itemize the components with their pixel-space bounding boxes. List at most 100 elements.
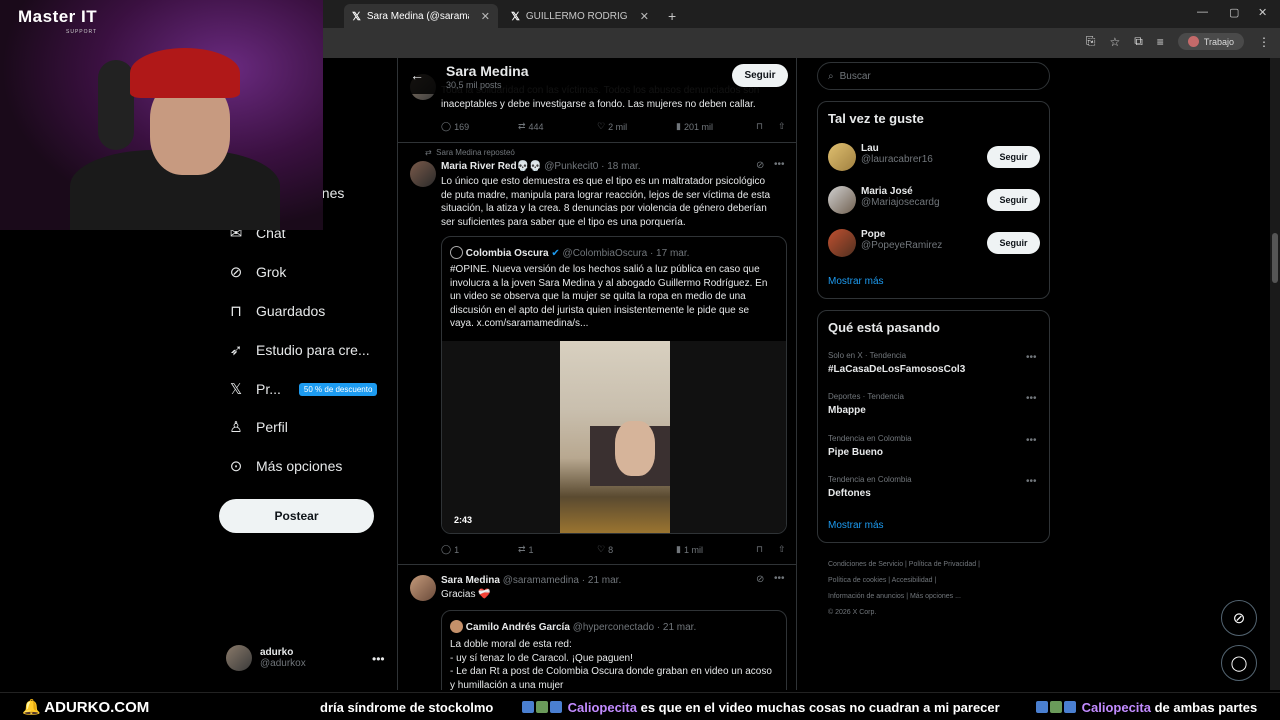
copyright: © 2026 X Corp. [828, 609, 877, 616]
avatar [226, 645, 252, 671]
quoted-post[interactable]: Colombia Oscura ✔ @ColombiaOscura · 17 m… [441, 236, 787, 534]
more-icon[interactable]: ••• [774, 159, 785, 170]
profile-chip[interactable]: Trabajo [1177, 33, 1244, 50]
show-more-link[interactable]: Mostrar más [828, 520, 884, 531]
repost-count: 1 [528, 544, 534, 555]
avatar[interactable] [410, 575, 436, 601]
share-icon[interactable]: ⇧ [778, 121, 786, 132]
suggestion-item[interactable]: Lau @lauracabrer16 [861, 143, 933, 165]
account-switcher[interactable]: adurko @adurkox [226, 645, 306, 671]
post-author[interactable]: Sara Medina [441, 575, 500, 586]
reply-button[interactable]: ◯ 1 [441, 544, 518, 555]
post-button[interactable]: Postear [219, 499, 374, 533]
follow-button[interactable]: Seguir [987, 189, 1040, 211]
post-author[interactable]: Maria River Red💀💀 [441, 161, 542, 172]
ticker-message: dría síndrome de stockolmo [320, 700, 494, 715]
grok-float-button[interactable]: ⊘ [1221, 600, 1257, 636]
trend-item[interactable]: #LaCasaDeLosFamososCol3 [828, 364, 965, 375]
plus-icon: + [668, 8, 677, 24]
badge-icon [1036, 701, 1048, 713]
nav-bookmarks[interactable]: ⊓ Guardados [228, 302, 325, 320]
avatar[interactable] [828, 143, 856, 171]
trend-item[interactable]: Mbappe [828, 405, 866, 416]
nav-creator-studio[interactable]: ➶ Estudio para cre... [228, 341, 370, 359]
quote-text-line: - Le dan Rt a post de Colombia Oscura do… [450, 666, 772, 677]
close-icon[interactable]: ✕ [640, 10, 649, 23]
views-button[interactable]: ▮ 201 mil [676, 121, 756, 132]
grok-icon[interactable]: ⊘ [756, 160, 764, 171]
messages-float-button[interactable]: ◯ [1221, 645, 1257, 681]
scrollbar-thumb[interactable] [1272, 233, 1278, 283]
close-window-icon[interactable]: ✕ [1258, 6, 1267, 19]
menu-icon[interactable]: ⋮ [1258, 35, 1270, 49]
views-count: 201 mil [683, 121, 713, 132]
show-more-link[interactable]: Mostrar más [828, 276, 884, 287]
like-button[interactable]: ♡ 2 mil [597, 121, 676, 132]
suggestion-name: Lau [861, 143, 879, 154]
new-tab-button[interactable]: + [660, 4, 684, 28]
more-icon[interactable]: ••• [372, 652, 385, 666]
tab-title: Sara Medina (@saramamedina) [366, 10, 469, 22]
footer-link-row[interactable]: Política de cookies | Accesibilidad | [828, 573, 1028, 589]
suggestion-name: Pope [861, 229, 886, 240]
nav-premium[interactable]: 𝕏 Pr... 50 % de descuento [228, 380, 378, 398]
media-icon[interactable]: ≡ [1157, 35, 1164, 49]
more-icon[interactable]: ••• [1026, 352, 1037, 363]
maximize-icon[interactable]: ▢ [1229, 6, 1239, 19]
bookmark-icon[interactable]: ⊓ [756, 121, 778, 132]
star-icon[interactable]: ☆ [1109, 35, 1120, 49]
browser-tab-guillermo[interactable]: 𝕏 GUILLERMO RODRIGUEZ M (@ ✕ [503, 4, 657, 28]
follow-button[interactable]: Seguir [732, 64, 788, 87]
trend-item[interactable]: Deftones [828, 488, 871, 499]
more-icon[interactable]: ••• [1026, 435, 1037, 446]
extensions-icon[interactable]: ⧉ [1134, 34, 1143, 49]
back-arrow-icon[interactable]: ← [410, 67, 424, 83]
video-player[interactable]: 2:43 [442, 341, 786, 533]
tab-title: GUILLERMO RODRIGUEZ M (@ [525, 10, 628, 22]
nav-profile[interactable]: ♙ Perfil [228, 418, 288, 436]
views-button[interactable]: ▮ 1 mil [676, 544, 756, 555]
reply-count: 169 [454, 121, 470, 132]
stream-logo: Master IT [18, 7, 98, 26]
follow-button[interactable]: Seguir [987, 232, 1040, 254]
nav-more-options[interactable]: ⊙ Más opciones [228, 457, 343, 475]
nav-label: Grok [256, 264, 287, 280]
reply-icon: ◯ [441, 544, 452, 554]
nav-grok[interactable]: ⊘ Grok [228, 263, 287, 281]
grok-icon[interactable]: ⊘ [756, 574, 764, 585]
trend-item[interactable]: Pipe Bueno [828, 447, 883, 458]
search-input[interactable]: ⌕ Buscar [817, 62, 1050, 90]
avatar[interactable] [828, 229, 856, 257]
heart-icon: ♡ [597, 544, 606, 554]
follow-button[interactable]: Seguir [987, 146, 1040, 168]
more-icon[interactable]: ••• [1026, 393, 1037, 404]
share-icon[interactable]: ⇧ [778, 544, 786, 555]
close-icon[interactable]: ✕ [481, 10, 490, 23]
avatar[interactable] [828, 186, 856, 214]
repost-button[interactable]: ⇄ 1 [518, 544, 597, 555]
suggestion-item[interactable]: Maria José @Mariajosecardg [861, 186, 940, 208]
repost-icon: ⇄ [425, 148, 432, 157]
who-to-follow-panel: Tal vez te guste Lau @lauracabrer16 Segu… [817, 101, 1050, 299]
more-icon[interactable]: ••• [774, 573, 785, 584]
footer-link-row[interactable]: Información de anuncios | Más opciones .… [828, 589, 1028, 605]
like-button[interactable]: ♡ 8 [597, 544, 676, 555]
footer-link-row[interactable]: Condiciones de Servicio | Política de Pr… [828, 557, 1028, 573]
ticker-message: de ambas partes [1154, 700, 1258, 715]
minimize-icon[interactable]: — [1197, 6, 1208, 18]
bookmark-icon[interactable]: ⊓ [756, 544, 778, 555]
search-placeholder: Buscar [839, 70, 871, 82]
install-icon[interactable]: ⎘ [1086, 34, 1096, 49]
scrollbar[interactable] [1270, 58, 1280, 690]
suggestion-item[interactable]: Pope @PopeyeRamirez [861, 229, 942, 251]
avatar[interactable] [410, 161, 436, 187]
more-icon[interactable]: ••• [1026, 476, 1037, 487]
x-logo-icon: 𝕏 [229, 381, 243, 398]
nav-label: Pr... [256, 381, 281, 397]
profile-name: Sara Medina [446, 63, 529, 79]
quote-text-line: vaya. x.com/saramamedina/s... [450, 318, 589, 329]
quoted-post[interactable]: Camilo Andrés García @hyperconectado · 2… [441, 610, 787, 690]
browser-tab-sara-medina[interactable]: 𝕏 Sara Medina (@saramamedina) ✕ [344, 4, 498, 28]
repost-button[interactable]: ⇄ 444 [518, 121, 597, 132]
reply-button[interactable]: ◯ 169 [441, 121, 518, 132]
